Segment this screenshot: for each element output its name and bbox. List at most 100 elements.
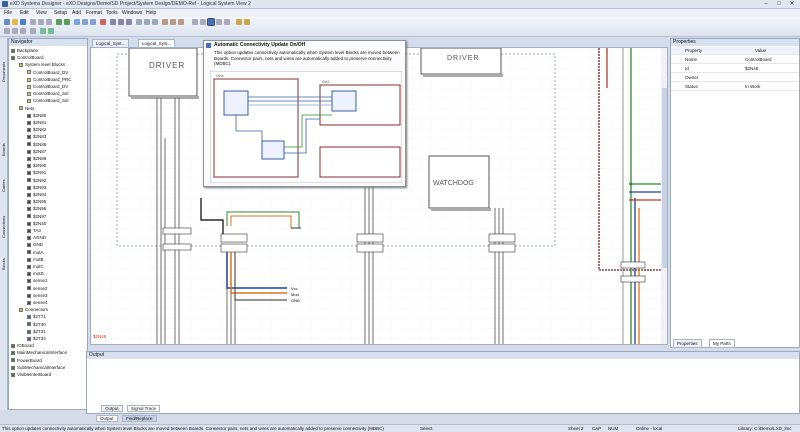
- report-icon[interactable]: [236, 19, 242, 25]
- rect-icon[interactable]: [178, 19, 184, 25]
- tree-item[interactable]: ControlBoard_DV: [27, 70, 68, 75]
- select-icon[interactable]: [110, 19, 116, 25]
- zoom-out-icon[interactable]: [82, 19, 88, 25]
- tree-item[interactable]: $2N87: [27, 149, 46, 154]
- close-button[interactable]: ✕: [786, 0, 798, 8]
- tree-item[interactable]: ControlBoard: [11, 55, 44, 60]
- text-icon[interactable]: [162, 19, 168, 25]
- menu-edit[interactable]: Edit: [20, 10, 29, 16]
- tree-item[interactable]: motC: [27, 264, 44, 269]
- auto-connectivity-toggle[interactable]: [207, 18, 215, 26]
- tree-item[interactable]: $2N96: [27, 206, 46, 211]
- tree-item[interactable]: sense3: [27, 293, 48, 298]
- tree-item[interactable]: MainMechanicalInterface: [11, 350, 67, 355]
- maximize-button[interactable]: □: [773, 0, 785, 8]
- wire-icon[interactable]: [118, 19, 124, 25]
- tree-item[interactable]: $2N82: [27, 127, 46, 132]
- tree-item[interactable]: sense1: [27, 278, 48, 283]
- tree-item[interactable]: $2N83: [27, 134, 46, 139]
- side-tab-blocks[interactable]: Blocks: [1, 244, 7, 270]
- delete-icon[interactable]: [100, 19, 106, 25]
- side-tab-boards[interactable]: Boards: [1, 126, 7, 156]
- tree-item[interactable]: motB: [27, 257, 44, 262]
- rotate-icon[interactable]: [216, 19, 222, 25]
- tree-item[interactable]: IOBoard: [11, 343, 34, 348]
- tree-item[interactable]: sense4: [27, 300, 48, 305]
- tree-item[interactable]: Nets: [19, 106, 34, 111]
- tree-item[interactable]: $2N95: [27, 199, 46, 204]
- trace-icon[interactable]: [48, 28, 54, 34]
- tree-item[interactable]: GND: [27, 242, 43, 247]
- tab-find-replace[interactable]: Find/Replace: [122, 415, 157, 422]
- tree-item[interactable]: $2N90: [27, 163, 46, 168]
- tree-item[interactable]: $2T30: [27, 322, 46, 327]
- block-icon[interactable]: [136, 19, 142, 25]
- net-icon[interactable]: [126, 19, 132, 25]
- align-right-icon[interactable]: [20, 28, 26, 34]
- prop-name-value[interactable]: ControlBoard: [745, 56, 772, 64]
- side-tab-cables[interactable]: Cables: [1, 166, 7, 192]
- tree-item[interactable]: $2T71: [27, 314, 46, 319]
- menu-windows[interactable]: Windows: [122, 10, 142, 16]
- new-icon[interactable]: [4, 19, 10, 25]
- menu-setup[interactable]: Setup: [54, 10, 67, 16]
- cut-icon[interactable]: [30, 19, 36, 25]
- copy-icon[interactable]: [38, 19, 44, 25]
- tree-item[interactable]: VisibleInterBoard: [11, 372, 51, 377]
- menu-view[interactable]: View: [36, 10, 47, 16]
- tree-item[interactable]: ControlBoard_DV: [27, 84, 68, 89]
- tree-item[interactable]: TA3: [27, 228, 41, 233]
- tree-item[interactable]: $2N92: [27, 178, 46, 183]
- snap-icon[interactable]: [200, 19, 206, 25]
- tree-item[interactable]: SubMechanicalInterface: [11, 365, 65, 370]
- tree-item[interactable]: PowerBoard: [11, 358, 42, 363]
- tree-item[interactable]: System level Blocks: [19, 62, 65, 67]
- align-center-icon[interactable]: [12, 28, 18, 34]
- save-icon[interactable]: [20, 19, 26, 25]
- tree-item[interactable]: ControlBoard_Sel: [27, 98, 69, 103]
- prop-status-value[interactable]: In Work: [745, 83, 760, 91]
- line-icon[interactable]: [170, 19, 176, 25]
- tree-item[interactable]: Backplane: [11, 48, 38, 53]
- tree-item[interactable]: $2N94: [27, 192, 46, 197]
- open-icon[interactable]: [12, 19, 18, 25]
- tab-properties[interactable]: Properties: [673, 339, 702, 348]
- redo-icon[interactable]: [64, 19, 70, 25]
- tree-item[interactable]: motA: [27, 250, 44, 255]
- menu-file[interactable]: File: [4, 10, 12, 16]
- tab-output[interactable]: Output: [96, 415, 118, 422]
- tree-item[interactable]: $2N81: [27, 120, 46, 125]
- mirror-icon[interactable]: [224, 19, 230, 25]
- tree-item[interactable]: AGND: [27, 235, 46, 240]
- tree-item[interactable]: $2N93: [27, 185, 46, 190]
- prop-id-value[interactable]: $2N46: [745, 65, 758, 73]
- menu-tools[interactable]: Tools: [106, 10, 118, 16]
- connector-icon[interactable]: [144, 19, 150, 25]
- tree-item[interactable]: $2N97: [27, 214, 46, 219]
- tree-item[interactable]: ControlBoard_PRC: [27, 77, 72, 82]
- tree-item[interactable]: $2N86: [27, 142, 46, 147]
- menu-format[interactable]: Format: [86, 10, 102, 16]
- tree-item[interactable]: $2T34: [27, 336, 46, 341]
- board-icon[interactable]: [152, 19, 158, 25]
- menu-help[interactable]: Help: [146, 10, 156, 16]
- tree-item[interactable]: $2N40: [27, 221, 46, 226]
- tree-item[interactable]: Connectors: [19, 307, 48, 312]
- tab-logical-system-2[interactable]: Logical_Syst...: [138, 39, 176, 47]
- tree-item[interactable]: $2T31: [27, 329, 46, 334]
- side-tab-connections[interactable]: Connections: [1, 198, 7, 238]
- tree-item[interactable]: $2N89: [27, 156, 46, 161]
- tree-item[interactable]: motD: [27, 271, 44, 276]
- zoom-in-icon[interactable]: [74, 19, 80, 25]
- grid-icon[interactable]: [192, 19, 198, 25]
- align-left-icon[interactable]: [4, 28, 10, 34]
- tree-item[interactable]: ControlBoard_Sel: [27, 91, 69, 96]
- paste-icon[interactable]: [46, 19, 52, 25]
- minimize-button[interactable]: –: [760, 0, 772, 8]
- undo-icon[interactable]: [56, 19, 62, 25]
- tree-item[interactable]: $2N80: [27, 113, 46, 118]
- highlight-icon[interactable]: [40, 28, 46, 34]
- tab-my-parts[interactable]: My Parts: [709, 339, 735, 348]
- export-icon[interactable]: [244, 19, 250, 25]
- tab-logical-system-1[interactable]: Logical_Syst...: [92, 39, 130, 47]
